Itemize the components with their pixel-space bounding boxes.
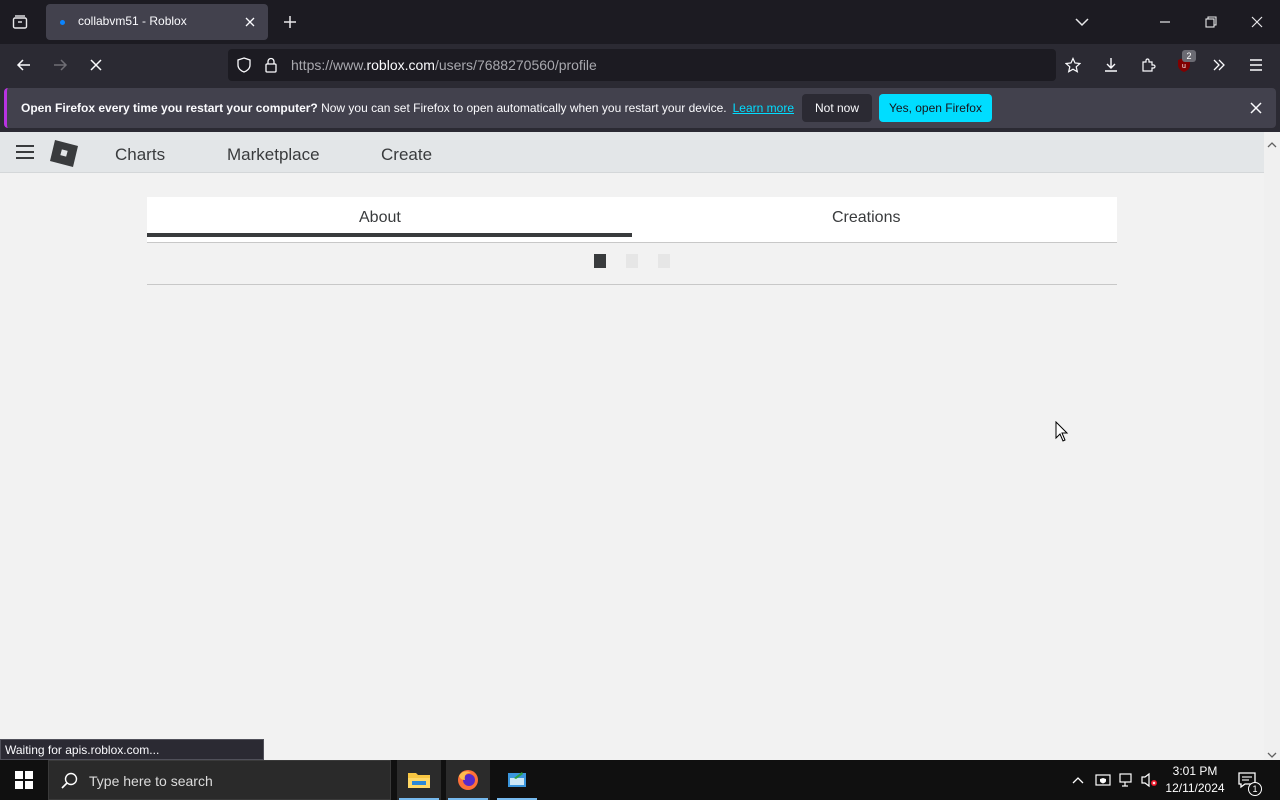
show-hidden-icons-chevron-icon[interactable] <box>1068 770 1088 790</box>
clock-date: 12/11/2024 <box>1165 781 1225 795</box>
tab-overview-icon[interactable] <box>6 8 34 36</box>
mouse-cursor-icon <box>1055 420 1069 448</box>
windows-start-icon[interactable] <box>0 760 48 800</box>
close-notification-icon[interactable] <box>1244 96 1268 120</box>
url-path: /users/7688270560/profile <box>434 57 597 73</box>
browser-tab-strip: collabvm51 - Roblox <box>0 0 1280 44</box>
vertical-scrollbar[interactable] <box>1264 132 1280 760</box>
search-placeholder: Type here to search <box>89 773 213 789</box>
new-tab-icon[interactable] <box>276 8 304 36</box>
navigation-toolbar: https://www.roblox.com/users/7688270560/… <box>0 44 1280 86</box>
lock-icon[interactable] <box>264 57 278 78</box>
not-now-button[interactable]: Not now <box>802 94 872 122</box>
volume-muted-icon[interactable] <box>1140 770 1160 790</box>
nav-marketplace-link[interactable]: Marketplace <box>227 145 320 165</box>
extensions-puzzle-icon[interactable] <box>1132 49 1164 81</box>
tab-loading-icon <box>60 20 65 25</box>
browser-status-text: Waiting for apis.roblox.com... <box>0 739 264 760</box>
file-explorer-icon[interactable] <box>397 760 441 800</box>
tab-title: collabvm51 - Roblox <box>78 14 187 28</box>
yes-open-firefox-button[interactable]: Yes, open Firefox <box>879 94 992 122</box>
tab-creations[interactable]: Creations <box>832 209 900 227</box>
browser-tab[interactable]: collabvm51 - Roblox <box>46 4 268 40</box>
scroll-up-icon[interactable] <box>1267 136 1277 154</box>
roblox-header: Charts Marketplace Create <box>0 132 1264 173</box>
close-tab-icon[interactable] <box>240 12 260 32</box>
loading-indicator-dot <box>594 254 606 268</box>
close-window-icon[interactable] <box>1243 8 1271 36</box>
notification-bar-area: Open Firefox every time you restart your… <box>0 86 1280 132</box>
page-viewport: Charts Marketplace Create About Creation… <box>0 132 1264 760</box>
restore-icon[interactable] <box>1197 8 1225 36</box>
list-all-tabs-icon[interactable] <box>1068 8 1096 36</box>
more-tools-chevrons-icon[interactable] <box>1203 49 1235 81</box>
clock-time: 3:01 PM <box>1172 764 1218 778</box>
firefox-icon[interactable] <box>446 760 490 800</box>
firefox-startup-notification: Open Firefox every time you restart your… <box>4 88 1276 128</box>
tab-about[interactable]: About <box>359 209 401 227</box>
hamburger-menu-icon[interactable] <box>14 144 36 165</box>
roblox-logo-icon[interactable] <box>48 137 80 174</box>
network-icon[interactable] <box>1117 770 1137 790</box>
bookmark-star-icon[interactable] <box>1057 49 1089 81</box>
loading-indicator-dot <box>626 254 638 268</box>
app-menu-icon[interactable] <box>1240 49 1272 81</box>
minimize-icon[interactable] <box>1151 8 1179 36</box>
svg-text:u: u <box>1182 63 1186 70</box>
url-text[interactable]: https://www.roblox.com/users/7688270560/… <box>291 57 597 73</box>
notification-text: Now you can set Firefox to open automati… <box>317 101 727 115</box>
url-domain: roblox.com <box>366 57 435 73</box>
back-arrow-icon[interactable] <box>8 49 40 81</box>
nav-create-link[interactable]: Create <box>381 145 432 165</box>
system-clock[interactable]: 3:01 PM 12/11/2024 <box>1160 763 1230 797</box>
notification-bold-text: Open Firefox every time you restart your… <box>21 101 318 115</box>
learn-more-link[interactable]: Learn more <box>733 101 794 115</box>
forward-arrow-icon[interactable] <box>44 49 76 81</box>
downloads-icon[interactable] <box>1095 49 1127 81</box>
security-tray-icon[interactable] <box>1093 770 1113 790</box>
app-window-icon[interactable] <box>495 760 539 800</box>
active-tab-indicator <box>147 233 632 237</box>
search-icon <box>61 772 79 795</box>
loading-indicator-dot <box>658 254 670 268</box>
extension-badge-count: 2 <box>1182 50 1196 62</box>
divider <box>147 242 1117 243</box>
windows-taskbar: Type here to search 3:01 PM 12/11/2024 1 <box>0 760 1280 800</box>
notification-message: Open Firefox every time you restart your… <box>21 101 794 115</box>
nav-charts-link[interactable]: Charts <box>115 145 165 165</box>
divider <box>147 284 1117 285</box>
url-prefix: https://www. <box>291 57 367 73</box>
stop-loading-icon[interactable] <box>80 49 112 81</box>
tracking-protection-shield-icon[interactable] <box>236 57 252 78</box>
taskbar-search-box[interactable]: Type here to search <box>48 760 391 800</box>
notification-count-badge: 1 <box>1248 782 1262 796</box>
url-bar[interactable]: https://www.roblox.com/users/7688270560/… <box>228 49 1056 81</box>
